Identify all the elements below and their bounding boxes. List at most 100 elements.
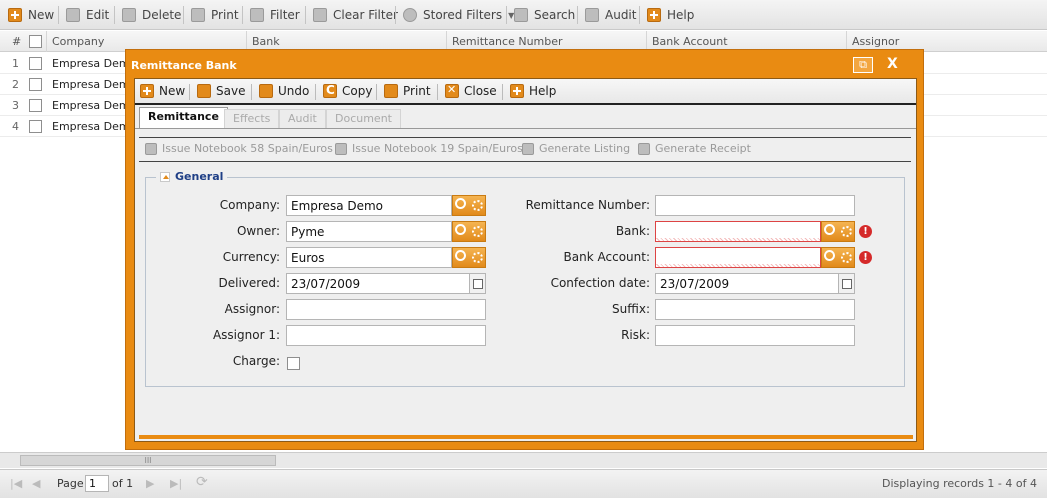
row-checkbox[interactable] [29, 99, 42, 112]
restore-window-button[interactable]: ⧉ [853, 57, 873, 73]
owner-field[interactable] [286, 221, 452, 242]
dialog-help-button[interactable]: Help [510, 84, 556, 98]
calendar-icon[interactable] [469, 274, 485, 293]
gear-icon [841, 226, 852, 237]
issue-notebook-58-button[interactable]: Issue Notebook 58 Spain/Euros [145, 142, 333, 155]
gear-icon [841, 252, 852, 263]
generate-listing-button[interactable]: Generate Listing [522, 142, 630, 155]
bank-account-lookup-button[interactable] [821, 247, 855, 268]
toolbar-separator [506, 6, 507, 24]
pager-status: Displaying records 1 - 4 of 4 [882, 477, 1037, 490]
dialog-copy-button[interactable]: Copy [323, 83, 372, 98]
row-checkbox[interactable] [29, 120, 42, 133]
first-page-icon[interactable]: |◀ [10, 477, 22, 490]
dialog-toolbar: New Save Undo Copy Print Close Help [135, 79, 916, 105]
owner-lookup-button[interactable] [452, 221, 486, 242]
dialog-print-button[interactable]: Print [384, 84, 431, 98]
column-header-assignor[interactable]: Assignor [852, 35, 899, 48]
audit-button[interactable]: Audit [585, 6, 636, 24]
currency-label: Currency: [222, 250, 280, 264]
tab-strip-border [135, 128, 916, 129]
tab-remittance[interactable]: Remittance [139, 107, 228, 129]
remittance-number-label: Remittance Number: [525, 198, 650, 212]
error-icon: ! [859, 225, 872, 238]
bank-lookup-button[interactable] [821, 221, 855, 242]
assignor-field[interactable] [286, 299, 486, 320]
prev-page-icon[interactable]: ◀ [32, 477, 40, 490]
close-window-button[interactable]: X [887, 56, 898, 72]
remittance-number-field[interactable] [655, 195, 855, 216]
collapse-icon [160, 171, 170, 182]
clear-filter-button[interactable]: Clear Filter [313, 6, 398, 24]
plus-icon [140, 84, 154, 98]
plus-icon [8, 8, 22, 22]
new-button[interactable]: New [8, 6, 54, 24]
help-icon [510, 84, 524, 98]
row-checkbox[interactable] [29, 78, 42, 91]
calendar-icon[interactable] [838, 274, 854, 293]
error-icon: ! [859, 251, 872, 264]
assignor-1-field[interactable] [286, 325, 486, 346]
print-button[interactable]: Print [191, 6, 239, 24]
edit-button[interactable]: Edit [66, 6, 109, 24]
row-checkbox[interactable] [29, 57, 42, 70]
toolbar-separator [58, 6, 59, 24]
risk-field[interactable] [655, 325, 855, 346]
charge-checkbox[interactable] [287, 357, 300, 370]
filter-button[interactable]: Filter [250, 6, 300, 24]
stored-filters-button[interactable]: Stored Filters ▼ [403, 6, 514, 24]
page-number-input[interactable] [85, 475, 109, 492]
refresh-icon[interactable]: ⟳ [196, 474, 208, 490]
company-field[interactable] [286, 195, 452, 216]
toolbar-separator [315, 84, 316, 100]
bank-label: Bank: [615, 224, 650, 238]
tab-effects[interactable]: Effects [224, 109, 280, 128]
help-button[interactable]: Help [647, 6, 694, 24]
currency-lookup-button[interactable] [452, 247, 486, 268]
tab-document[interactable]: Document [326, 109, 401, 128]
page-label: Page [57, 477, 84, 490]
general-section-toggle[interactable]: General [156, 170, 228, 183]
currency-field[interactable] [286, 247, 452, 268]
stored-filters-icon [403, 8, 417, 22]
issue-notebook-19-button[interactable]: Issue Notebook 19 Spain/Euros [335, 142, 523, 155]
toolbar-separator [639, 6, 640, 24]
company-lookup-button[interactable] [452, 195, 486, 216]
confection-date-field[interactable] [655, 273, 855, 294]
column-header-bank[interactable]: Bank [252, 35, 280, 48]
help-icon [647, 8, 661, 22]
next-page-icon[interactable]: ▶ [146, 477, 154, 490]
dialog-save-button[interactable]: Save [197, 84, 245, 98]
main-toolbar: New Edit Delete Print Filter Clear Filte… [0, 0, 1047, 30]
search-icon [455, 250, 466, 261]
delete-button[interactable]: Delete [122, 6, 181, 24]
search-icon [824, 250, 835, 261]
bank-field[interactable] [655, 221, 821, 242]
column-header-remittance-number[interactable]: Remittance Number [452, 35, 563, 48]
suffix-field[interactable] [655, 299, 855, 320]
dialog-close-button[interactable]: Close [445, 83, 497, 98]
listing-icon [522, 142, 534, 155]
company-label: Company: [219, 198, 280, 212]
audit-icon [585, 8, 599, 22]
column-divider [46, 31, 47, 52]
tab-audit[interactable]: Audit [279, 109, 326, 128]
bank-account-field[interactable] [655, 247, 821, 268]
horizontal-scrollbar[interactable]: III [0, 452, 1047, 468]
column-header-bank-account[interactable]: Bank Account [652, 35, 728, 48]
action-bar: Issue Notebook 58 Spain/Euros Issue Note… [139, 137, 911, 162]
risk-label: Risk: [621, 328, 650, 342]
dialog-new-button[interactable]: New [140, 84, 185, 98]
select-all-checkbox[interactable] [29, 35, 42, 48]
column-header-company[interactable]: Company [52, 35, 104, 48]
toolbar-separator [189, 84, 190, 100]
scrollbar-thumb[interactable]: III [20, 455, 276, 466]
last-page-icon[interactable]: ▶| [170, 477, 182, 490]
search-button[interactable]: Search [514, 6, 575, 24]
gear-icon [472, 226, 483, 237]
delivered-date-field[interactable] [286, 273, 486, 294]
confection-date-label: Confection date: [550, 276, 650, 290]
general-fieldset: General Company: Owner: Currency: Delive… [145, 170, 905, 387]
dialog-undo-button[interactable]: Undo [259, 84, 309, 98]
generate-receipt-button[interactable]: Generate Receipt [638, 142, 751, 155]
